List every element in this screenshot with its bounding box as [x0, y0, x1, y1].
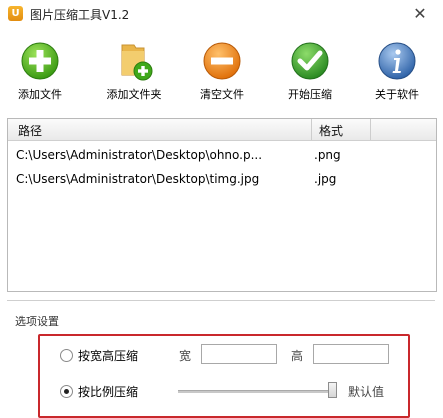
column-header-path[interactable]: 路径 [18, 122, 42, 139]
about-label: 关于软件 [375, 88, 419, 101]
file-list[interactable]: 路径 格式 C:\Users\Administrator\Desktop\ohn… [7, 118, 437, 292]
options-group-border [7, 300, 435, 301]
cell-format: .jpg [314, 172, 337, 186]
options-group-title: 选项设置 [15, 313, 59, 329]
cell-path: C:\Users\Administrator\Desktop\ohno.p... [16, 148, 263, 162]
start-compress-label: 开始压缩 [288, 88, 332, 101]
table-row[interactable]: C:\Users\Administrator\Desktop\ohno.p...… [8, 145, 436, 167]
start-compress-button[interactable]: 开始压缩 [282, 41, 338, 103]
height-input[interactable] [313, 344, 389, 364]
add-file-button[interactable]: 添加文件 [12, 41, 68, 103]
by-size-radio[interactable] [60, 349, 73, 362]
height-label: 高 [291, 349, 304, 363]
table-row[interactable]: C:\Users\Administrator\Desktop\timg.jpg … [8, 169, 436, 191]
ratio-slider-track[interactable] [178, 390, 330, 393]
window-title: 图片压缩工具V1.2 [30, 8, 130, 22]
add-file-label: 添加文件 [18, 88, 62, 101]
about-button[interactable]: 关于软件 [369, 41, 425, 103]
column-divider[interactable] [311, 119, 312, 140]
by-ratio-label[interactable]: 按比例压缩 [78, 383, 138, 400]
column-header-format[interactable]: 格式 [319, 122, 343, 139]
info-icon [378, 42, 416, 80]
add-icon [21, 42, 59, 80]
width-input[interactable] [201, 344, 277, 364]
minus-icon [203, 42, 241, 80]
add-folder-button[interactable]: 添加文件夹 [100, 41, 168, 103]
cell-format: .png [314, 148, 341, 162]
file-list-header: 路径 格式 [8, 119, 436, 141]
column-divider[interactable] [370, 119, 371, 140]
clear-files-label: 清空文件 [200, 88, 244, 101]
ratio-slider-thumb[interactable] [328, 382, 337, 398]
check-icon [291, 42, 329, 80]
width-label: 宽 [179, 349, 192, 363]
by-size-label[interactable]: 按宽高压缩 [78, 347, 138, 364]
title-bar: U 图片压缩工具V1.2 ✕ [0, 0, 443, 27]
clear-files-button[interactable]: 清空文件 [194, 41, 250, 103]
app-logo-icon: U [8, 6, 23, 21]
close-button[interactable]: ✕ [402, 4, 438, 24]
toolbar: 添加文件 添加文件夹 清空文件 开始压缩 关于软件 [0, 27, 443, 107]
add-folder-label: 添加文件夹 [106, 88, 162, 101]
folder-add-icon [121, 44, 153, 81]
default-value-label: 默认值 [348, 385, 385, 399]
by-ratio-radio[interactable] [60, 385, 73, 398]
cell-path: C:\Users\Administrator\Desktop\timg.jpg [16, 172, 260, 186]
